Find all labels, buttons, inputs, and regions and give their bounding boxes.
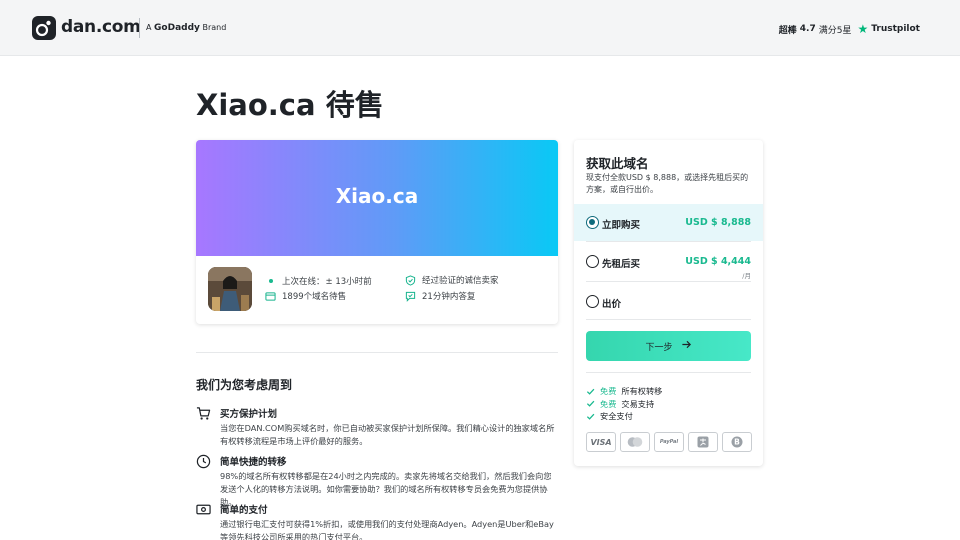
option-lease-to-own[interactable]: 先租后买 USD $ 4,444 /月 xyxy=(574,243,763,280)
purchase-panel: 获取此域名 现支付全款USD $ 8,888，或选择先租后买的方案，或自行出价。… xyxy=(574,140,763,466)
trustpilot-name: Trustpilot xyxy=(871,24,920,34)
trustpilot-rating[interactable]: 超棒 4.7 满分5星 ★ Trustpilot xyxy=(779,22,920,36)
perk-text: 所有权转移 xyxy=(621,386,663,397)
feature-desc: 通过银行电汇支付可获得1%折扣，或使用我们的支付处理商Adyen。Adyen是U… xyxy=(220,519,554,540)
alipay-icon xyxy=(688,432,718,452)
arrow-right-icon xyxy=(681,339,692,353)
banner-domain-text: Xiao.ca xyxy=(335,184,419,208)
visa-icon: VISA xyxy=(586,432,616,452)
verified-seller-label: 经过验证的诚信卖家 xyxy=(422,276,499,286)
rating-score: 4.7 xyxy=(799,24,816,34)
next-button-label: 下一步 xyxy=(645,342,673,353)
option-separator xyxy=(586,241,751,242)
logo-divider xyxy=(139,18,140,38)
seller-avatar[interactable] xyxy=(208,267,252,311)
option-price: USD $ 4,444 xyxy=(685,256,751,267)
paypal-icon: PayPal xyxy=(654,432,684,452)
browser-icon xyxy=(265,291,276,302)
option-separator xyxy=(586,319,751,320)
domains-for-sale[interactable]: 1899个域名待售 xyxy=(265,290,346,302)
rating-scale: 满分5星 xyxy=(818,25,852,36)
title-suffix: 待售 xyxy=(325,88,384,122)
purchase-title: 获取此域名 xyxy=(586,156,649,171)
assurance-title: 我们为您考虑周到 xyxy=(196,378,293,392)
mastercard-icon xyxy=(620,432,650,452)
domains-for-sale-label: 1899个域名待售 xyxy=(282,292,347,302)
radio-buy-now[interactable] xyxy=(586,216,599,229)
last-online: 上次在线： ± 13小时前 xyxy=(266,275,372,287)
godaddy-brand: A GoDaddy Brand xyxy=(146,23,226,33)
section-divider xyxy=(196,352,558,353)
perk-text: 交易支持 xyxy=(621,398,655,409)
radio-make-offer[interactable] xyxy=(586,295,599,308)
bitcoin-icon: B xyxy=(722,432,752,452)
feature-desc: 当您在DAN.COM购买域名时，你已自动被买家保护计划所保障。我们精心设计的独家… xyxy=(220,423,555,446)
dan-logo-icon[interactable] xyxy=(32,16,56,40)
clock-icon xyxy=(196,454,211,469)
response-time: 21分钟内答复 xyxy=(405,290,475,302)
check-icon xyxy=(586,399,595,408)
perk-free: 免费 xyxy=(600,386,617,397)
online-dot-icon xyxy=(269,279,273,283)
next-button[interactable]: 下一步 xyxy=(586,331,751,361)
response-time-label: 21分钟内答复 xyxy=(422,292,476,302)
last-online-value: ± 13小时前 xyxy=(325,277,372,287)
radio-lease-to-own[interactable] xyxy=(586,255,599,268)
domain-banner: Xiao.ca xyxy=(196,140,558,256)
option-label: 立即购买 xyxy=(602,220,641,231)
feature-title: 买方保护计划 xyxy=(220,409,278,420)
option-label: 出价 xyxy=(602,299,622,310)
option-make-offer[interactable]: 出价 xyxy=(574,283,763,320)
page-title: Xiao.ca 待售 xyxy=(196,82,384,124)
check-icon xyxy=(586,412,595,421)
perks-list: 免费 所有权转移 免费 交易支持 安全支付 xyxy=(586,385,662,423)
cash-icon xyxy=(196,502,211,517)
perk-item: 安全支付 xyxy=(586,410,662,423)
feature-title: 简单快捷的转移 xyxy=(220,457,287,468)
trustpilot-star-icon: ★ xyxy=(857,22,869,36)
feature-title: 简单的支付 xyxy=(220,505,268,516)
brand-prefix: A xyxy=(146,23,152,32)
chat-check-icon xyxy=(405,291,416,302)
rating-word: 超棒 xyxy=(778,25,797,36)
payment-methods: VISA PayPal B xyxy=(586,432,752,452)
check-icon xyxy=(586,387,595,396)
verified-seller: 经过验证的诚信卖家 xyxy=(405,274,499,286)
site-header: dan.com A GoDaddy Brand 超棒 4.7 满分5星 ★ Tr… xyxy=(0,0,960,56)
last-online-label: 上次在线： xyxy=(282,277,325,287)
purchase-description: 现支付全款USD $ 8,888，或选择先租后买的方案，或自行出价。 xyxy=(586,173,749,194)
logo-text[interactable]: dan.com xyxy=(61,17,141,37)
brand-name: GoDaddy xyxy=(154,23,200,33)
brand-suffix: Brand xyxy=(202,23,227,32)
option-separator xyxy=(586,281,751,282)
perk-item: 免费 交易支持 xyxy=(586,398,662,411)
perk-item: 免费 所有权转移 xyxy=(586,385,662,398)
option-price: USD $ 8,888 xyxy=(685,217,751,228)
shield-check-icon xyxy=(405,274,416,286)
option-buy-now[interactable]: 立即购买 USD $ 8,888 xyxy=(574,204,763,241)
domain-card: Xiao.ca 上次在线： ± 13小时前 经过验证的诚信卖家 1899个域名待… xyxy=(196,140,558,324)
svg-text:B: B xyxy=(734,438,740,447)
cart-icon xyxy=(196,406,211,421)
perks-separator xyxy=(586,372,751,373)
option-label: 先租后买 xyxy=(602,259,641,270)
feature-desc: 98%的域名所有权转移都是在24小时之内完成的。卖家先将域名交给我们，然后我们会… xyxy=(220,471,552,507)
perk-free: 免费 xyxy=(600,398,617,409)
title-domain: Xiao.ca xyxy=(196,88,316,122)
perk-text: 安全支付 xyxy=(600,411,633,422)
option-unit: /月 xyxy=(742,272,751,280)
